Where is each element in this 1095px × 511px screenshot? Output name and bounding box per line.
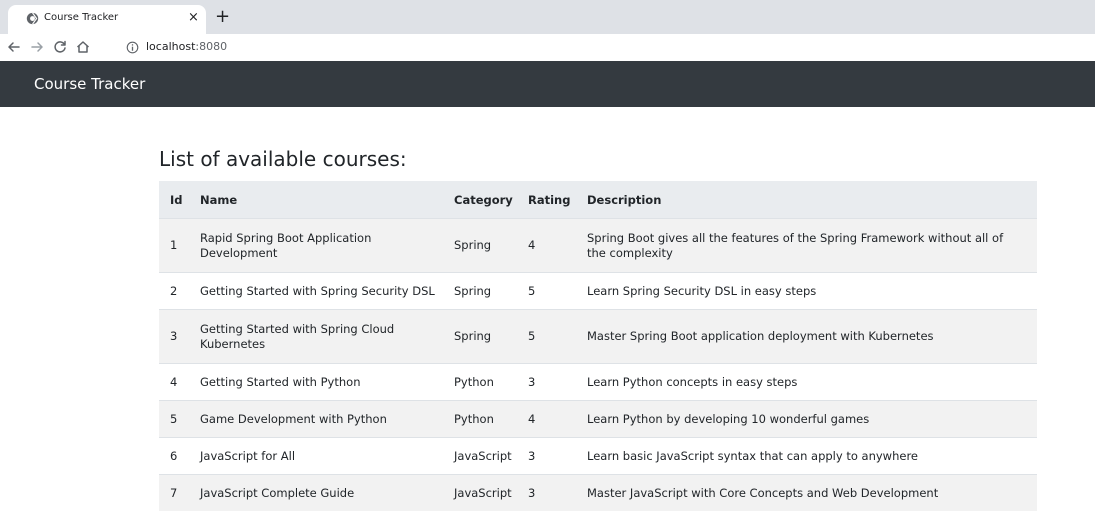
cell-category: Python [454, 401, 528, 438]
cell-name: Rapid Spring Boot Application Developmen… [200, 219, 454, 273]
info-icon[interactable] [126, 41, 139, 54]
cell-rating: 4 [528, 401, 587, 438]
address-host: localhost [146, 40, 195, 53]
cell-id: 1 [159, 219, 200, 273]
arrow-right-icon[interactable] [29, 39, 45, 55]
cell-category: Python [454, 364, 528, 401]
column-header-category: Category [454, 181, 528, 219]
column-header-id: Id [159, 181, 200, 219]
address-bar[interactable]: localhost:8080 [118, 37, 1088, 58]
cell-rating: 5 [528, 310, 587, 364]
tab-title: Course Tracker [44, 12, 118, 23]
cell-id: 7 [159, 475, 200, 511]
column-header-description: Description [587, 181, 1037, 219]
column-header-rating: Rating [528, 181, 587, 219]
browser-tabstrip: Course Tracker × + [0, 0, 1095, 34]
browser-tab[interactable]: Course Tracker × [8, 5, 206, 34]
cell-category: JavaScript [454, 438, 528, 475]
cell-name: Getting Started with Spring Cloud Kubern… [200, 310, 454, 364]
cell-id: 3 [159, 310, 200, 364]
cell-id: 4 [159, 364, 200, 401]
table-header-row: Id Name Category Rating Description [159, 181, 1037, 219]
column-header-name: Name [200, 181, 454, 219]
address-url: localhost:8080 [146, 40, 227, 53]
cell-name: JavaScript for All [200, 438, 454, 475]
cell-name-text: Getting Started with Spring Cloud Kubern… [200, 322, 454, 352]
reload-icon[interactable] [52, 39, 68, 55]
cell-description: Master Spring Boot application deploymen… [587, 310, 1037, 364]
cell-rating: 4 [528, 219, 587, 273]
address-port: :8080 [195, 40, 227, 53]
cell-description-text: Spring Boot gives all the features of th… [587, 231, 1037, 261]
cell-rating: 3 [528, 364, 587, 401]
navbar-brand[interactable]: Course Tracker [34, 75, 145, 93]
cell-id: 2 [159, 273, 200, 310]
courses-table: Id Name Category Rating Description 1 Ra… [159, 181, 1037, 511]
table-row: 6 JavaScript for All JavaScript 3 Learn … [159, 438, 1037, 475]
page-title: List of available courses: [159, 147, 407, 171]
cell-rating: 3 [528, 475, 587, 511]
cell-description: Spring Boot gives all the features of th… [587, 219, 1037, 273]
cell-description: Master JavaScript with Core Concepts and… [587, 475, 1037, 511]
tab-close-button[interactable]: × [188, 11, 199, 24]
cell-name: Getting Started with Spring Security DSL [200, 273, 454, 310]
cell-description: Learn Python concepts in easy steps [587, 364, 1037, 401]
table-row: 7 JavaScript Complete Guide JavaScript 3… [159, 475, 1037, 511]
cell-category: Spring [454, 310, 528, 364]
cell-rating: 3 [528, 438, 587, 475]
globe-icon [26, 12, 39, 25]
table-row: 2 Getting Started with Spring Security D… [159, 273, 1037, 310]
table-row: 5 Game Development with Python Python 4 … [159, 401, 1037, 438]
cell-description: Learn Spring Security DSL in easy steps [587, 273, 1037, 310]
browser-toolbar: localhost:8080 [0, 34, 1095, 61]
cell-name: Getting Started with Python [200, 364, 454, 401]
cell-category: Spring [454, 219, 528, 273]
cell-rating: 5 [528, 273, 587, 310]
home-icon[interactable] [75, 39, 91, 55]
app-navbar: Course Tracker [0, 61, 1095, 107]
table-row: 1 Rapid Spring Boot Application Developm… [159, 219, 1037, 273]
new-tab-button[interactable]: + [215, 8, 230, 26]
cell-name: JavaScript Complete Guide [200, 475, 454, 511]
cell-id: 5 [159, 401, 200, 438]
cell-description: Learn Python by developing 10 wonderful … [587, 401, 1037, 438]
cell-name: Game Development with Python [200, 401, 454, 438]
cell-category: Spring [454, 273, 528, 310]
cell-id: 6 [159, 438, 200, 475]
table-row: 4 Getting Started with Python Python 3 L… [159, 364, 1037, 401]
table-row: 3 Getting Started with Spring Cloud Kube… [159, 310, 1037, 364]
cell-description: Learn basic JavaScript syntax that can a… [587, 438, 1037, 475]
cell-name-text: Rapid Spring Boot Application Developmen… [200, 231, 454, 261]
arrow-left-icon[interactable] [6, 39, 22, 55]
cell-category: JavaScript [454, 475, 528, 511]
